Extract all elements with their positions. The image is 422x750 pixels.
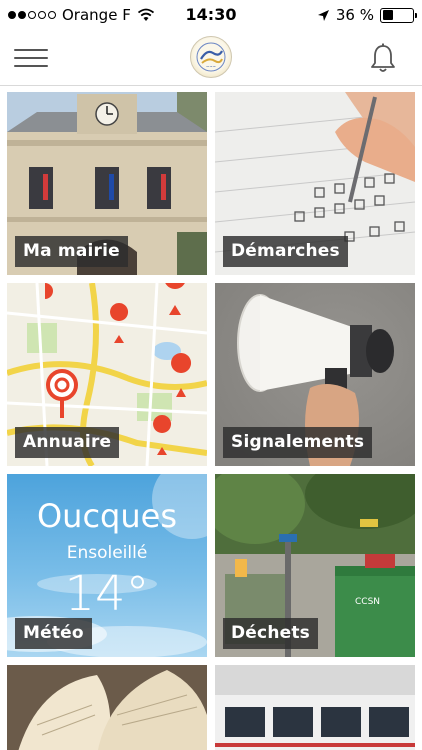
wifi-icon xyxy=(137,8,154,21)
tile-partial-right[interactable] xyxy=(215,665,415,750)
status-right: 36 % xyxy=(317,6,417,24)
tile-annuaire[interactable]: Annuaire xyxy=(7,283,207,466)
weather-condition: Ensoleillé xyxy=(66,543,148,563)
bus-image xyxy=(215,665,415,750)
tile-dechets[interactable]: CCSN Déchets xyxy=(215,474,415,657)
tile-label: Déchets xyxy=(223,618,318,649)
tile-partial-left[interactable] xyxy=(7,665,207,750)
tile-label: Météo xyxy=(15,618,92,649)
hamburger-menu-icon[interactable] xyxy=(14,44,48,72)
tile-label: Ma mairie xyxy=(15,236,128,267)
bell-icon[interactable] xyxy=(368,42,398,74)
tile-ma-mairie[interactable]: Ma mairie xyxy=(7,92,207,275)
tile-meteo[interactable]: Oucques Ensoleillé 14° Météo xyxy=(7,474,207,657)
signal-strength-icon xyxy=(8,11,56,19)
weather-info: Oucques Ensoleillé 14° xyxy=(7,496,207,622)
town-logo-icon[interactable]: ~~~ xyxy=(190,36,232,78)
tile-label: Signalements xyxy=(223,427,373,458)
tile-label: Démarches xyxy=(223,236,348,267)
tile-signalements[interactable]: Signalements xyxy=(215,283,415,466)
battery-percent: 36 % xyxy=(335,6,374,24)
open-book-image xyxy=(7,665,207,750)
weather-city: Oucques xyxy=(36,497,177,535)
weather-temperature: 14° xyxy=(64,566,150,622)
tile-demarches[interactable]: Démarches xyxy=(215,92,415,275)
battery-level xyxy=(382,10,393,20)
battery-icon xyxy=(380,7,417,23)
svg-text:~~~: ~~~ xyxy=(206,64,216,69)
tile-label: Annuaire xyxy=(15,427,120,458)
location-arrow-icon xyxy=(317,9,329,21)
container-text: CCSN xyxy=(355,597,380,607)
status-left: Orange F xyxy=(8,6,155,24)
status-bar: Orange F 14:30 36 % xyxy=(0,0,422,30)
top-navigation-bar: ~~~ xyxy=(0,30,422,86)
carrier-name: Orange F xyxy=(62,6,131,24)
